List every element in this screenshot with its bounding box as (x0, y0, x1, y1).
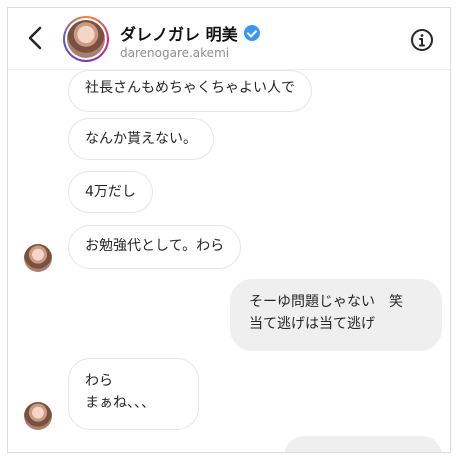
chat-header: ダレノガレ 明美 darenogare.akemi (8, 8, 450, 70)
message-text: そーゆ問題じゃない 笑 当て逃げは当て逃げ (249, 294, 403, 332)
message-bubble-incoming[interactable]: 4万だし (68, 171, 153, 213)
dm-thread-window: ダレノガレ 明美 darenogare.akemi 社長さんもめちゃくちゃよい人… (7, 7, 451, 453)
message-bubble-outgoing[interactable] (284, 436, 442, 452)
message-bubble-incoming[interactable]: わら まぁね、、、 (68, 358, 199, 430)
message-bubble-incoming[interactable]: なんか貰えない。 (68, 118, 214, 160)
message-bubble-outgoing[interactable]: そーゆ問題じゃない 笑 当て逃げは当て逃げ (230, 279, 442, 351)
profile-avatar[interactable] (63, 16, 109, 62)
message-text: なんか貰えない。 (85, 131, 197, 147)
verified-badge-icon (243, 25, 260, 41)
message-text: 社長さんもめちゃくちゃよい人で (85, 80, 295, 96)
message-text: お勉強代として。わら (85, 238, 225, 254)
profile-name-row[interactable]: ダレノガレ 明美 (120, 21, 260, 45)
message-bubble-incoming[interactable]: 社長さんもめちゃくちゃよい人で (68, 70, 312, 112)
username: darenogare.akemi (120, 46, 230, 60)
message-text: 4万だし (85, 184, 136, 200)
display-name: ダレノガレ 明美 (120, 25, 238, 44)
sender-avatar[interactable] (24, 402, 52, 430)
back-button[interactable] (24, 24, 48, 52)
sender-avatar[interactable] (24, 244, 52, 272)
message-text: わら まぁね、、、 (85, 373, 155, 411)
info-button[interactable] (410, 28, 434, 52)
info-icon (411, 29, 433, 51)
message-bubble-incoming[interactable]: お勉強代として。わら (68, 225, 242, 269)
chevron-left-icon (28, 26, 42, 50)
